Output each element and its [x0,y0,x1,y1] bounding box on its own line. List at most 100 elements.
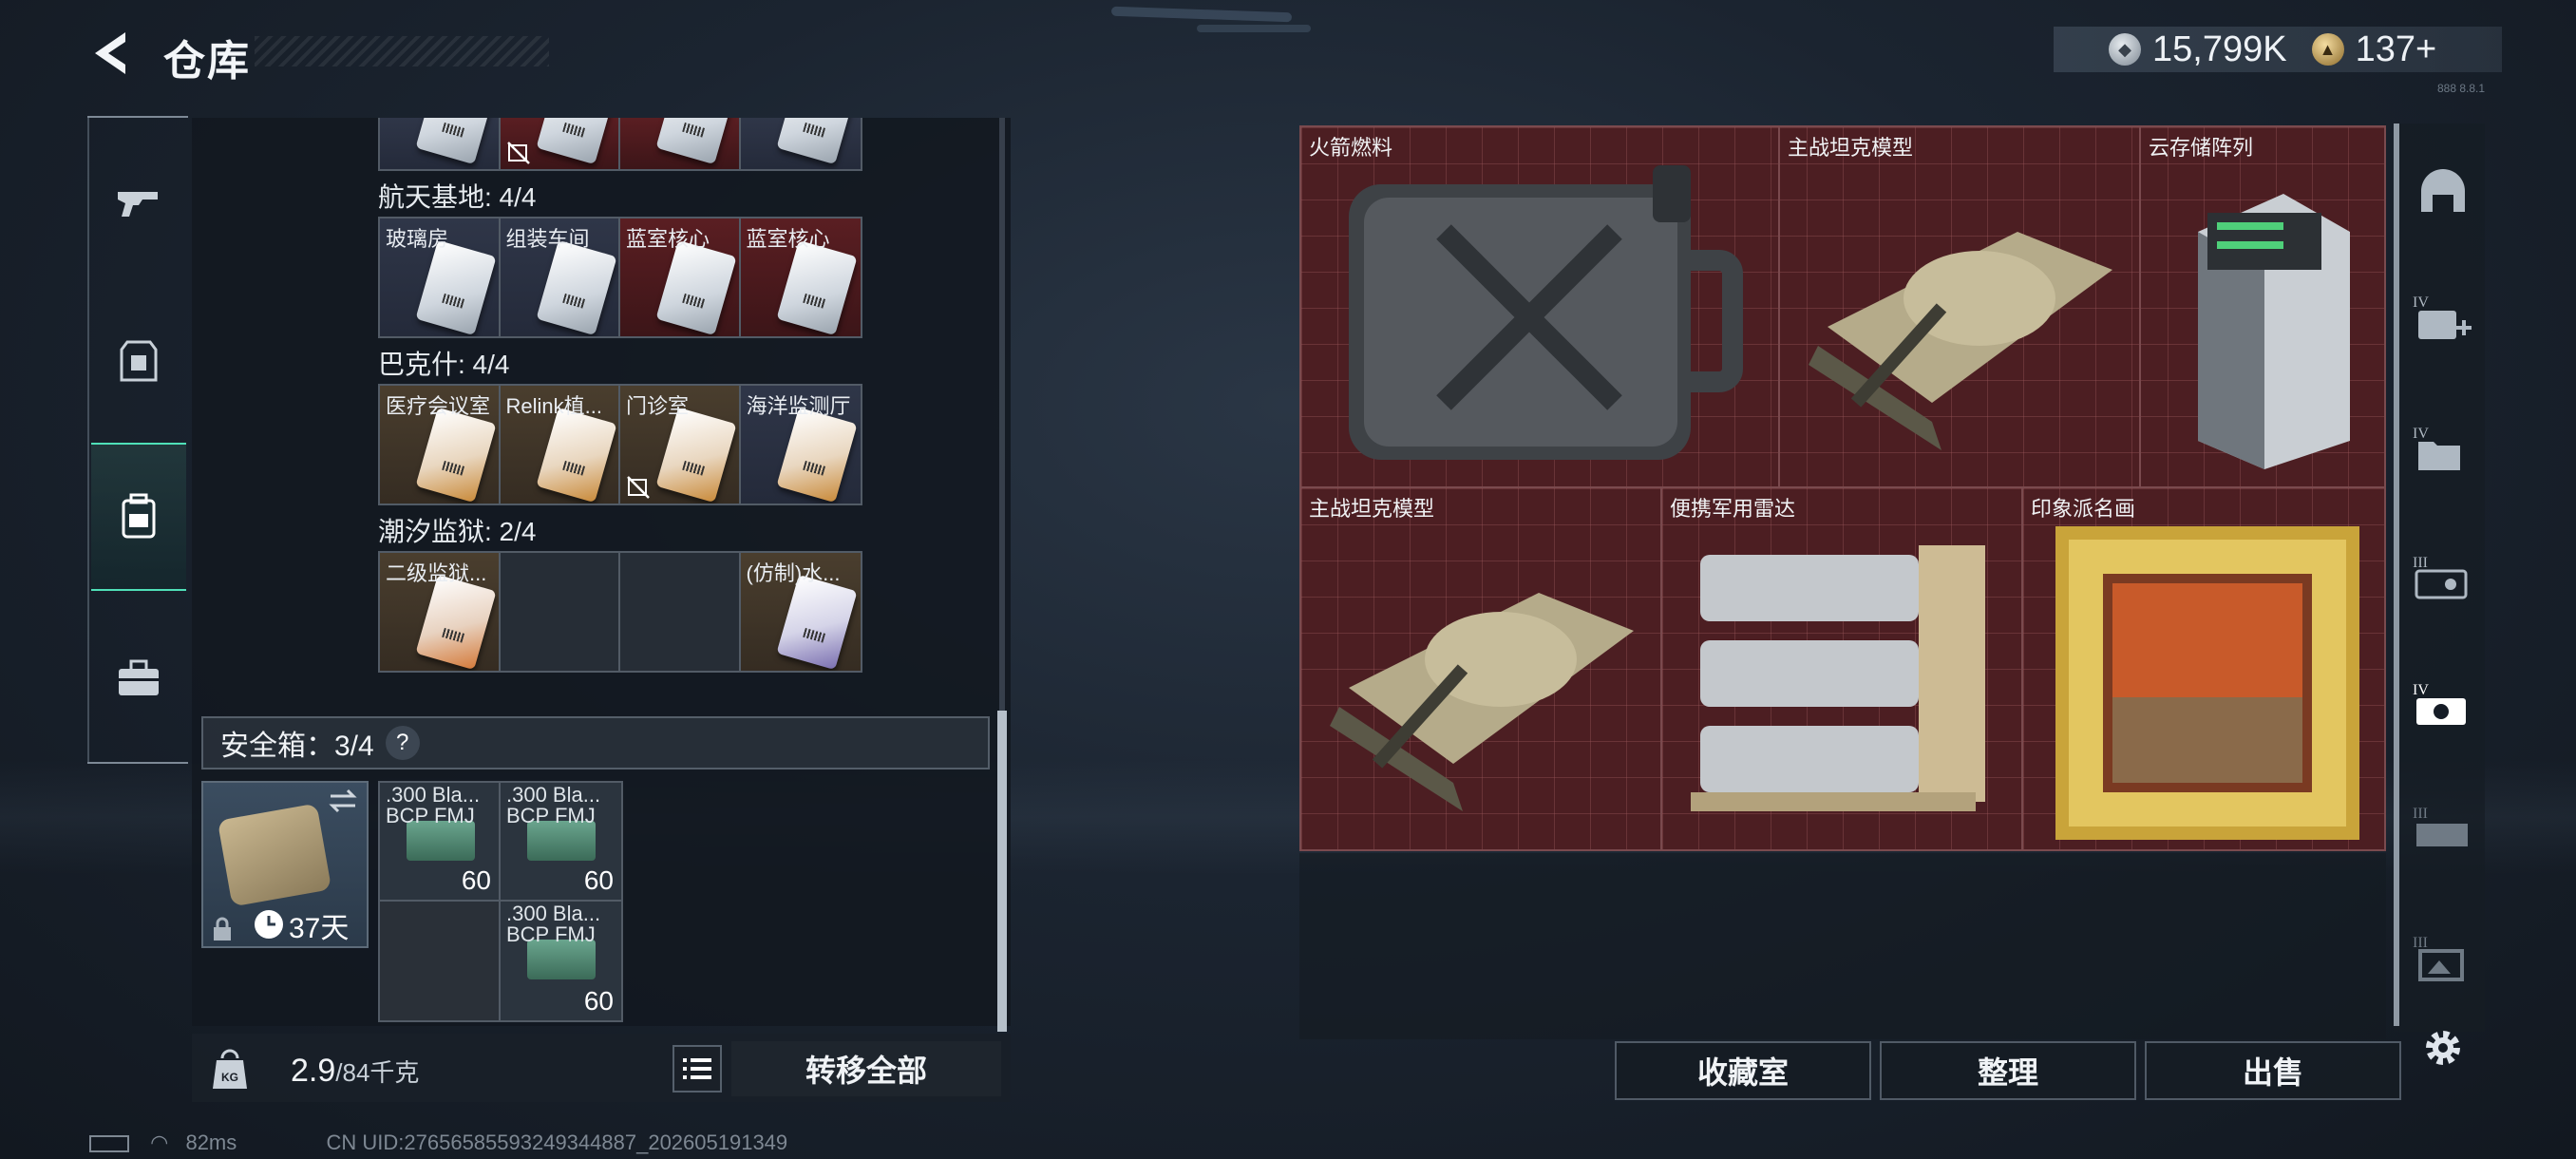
arrange-button[interactable]: 整理 [1880,1041,2136,1100]
tier-label: III [2413,555,2428,571]
back-arrow-icon[interactable] [87,28,137,78]
armor-icon [120,340,158,382]
item-name: 便携军用雷达 [1670,497,1796,521]
container-empty-area [1299,853,2386,1039]
item-slot[interactable]: 二级监狱... [380,553,501,671]
page-title: 仓库 [163,38,251,85]
item-impressionist-painting[interactable]: 印象派名画 [2023,488,2384,849]
item-portable-radar[interactable]: 便携军用雷达 [1662,488,2023,849]
tab-toolbox[interactable] [91,631,186,726]
category-tab-electronics[interactable]: III [2403,538,2483,618]
empty-slot[interactable] [620,553,741,671]
item-slot[interactable]: 组装车间 [500,218,620,336]
item-slot[interactable] [500,118,620,169]
item-slot[interactable]: 海洋监测厅 [740,386,861,504]
settings-button[interactable] [2403,1009,2483,1087]
item-slot[interactable]: 玻璃房 [380,218,501,336]
item-name: 玻璃房 [386,227,449,251]
title-decoration [255,36,549,66]
weight-max: /84千克 [335,1058,420,1087]
no-transfer-icon [627,476,650,499]
ammo-qty: 60 [583,865,614,895]
fuel-can-image [1349,165,1743,460]
ammo-slot[interactable]: .300 Bla... BCP FMJ 60 [380,783,501,902]
camera-icon: IV [2413,682,2466,725]
group-row-partial [378,118,862,171]
group-grid-aerospace: 玻璃房 组装车间 蓝室核心 蓝室核心 [378,217,862,338]
radar-image [1691,545,1985,811]
item-name: 门诊室 [626,394,690,418]
item-name: 云存储阵列 [2149,136,2254,160]
folder-icon: IV [2413,426,2460,470]
item-name: 蓝室核心 [746,227,830,251]
category-tab-documents[interactable]: IV [2403,408,2483,488]
item-slot[interactable] [620,118,741,169]
medkit-icon: IV [2413,294,2472,339]
no-transfer-icon [506,142,530,164]
item-tank-model[interactable]: 主战坦克模型 [1301,488,1662,849]
item-cloud-storage-array[interactable]: 云存储阵列 [2141,127,2384,488]
ammo-slot[interactable]: .300 Bla... BCP FMJ 60 [501,902,621,1020]
tab-backpack[interactable] [91,443,186,591]
category-tab-hardware[interactable]: III [2403,788,2483,868]
item-name: (仿制)水... [746,561,841,585]
item-slot[interactable]: 医疗会议室 [380,386,501,504]
help-icon[interactable]: ? [385,726,420,760]
empty-slot[interactable] [500,553,620,671]
empty-slot[interactable] [380,902,501,1020]
sell-button[interactable]: 出售 [2145,1041,2401,1100]
item-name: 蓝室核心 [626,227,710,251]
container-panel: 火箭燃料 主战坦克模型 云存储阵列 主战坦克模型 便携军用雷达 印象派名画 [1299,125,2386,851]
tab-weapons[interactable] [91,156,186,251]
ammo-qty: 60 [583,986,614,1016]
item-rocket-fuel[interactable]: 火箭燃料 [1301,127,1780,488]
item-slot[interactable]: 蓝室核心 [740,218,861,336]
currency-bar: ◆ 15,799K ▲ 137+ [2054,27,2502,72]
silver-coin-icon: ◆ [2109,33,2141,66]
scrollbar-thumb[interactable] [997,711,1007,1032]
ammo-name: .300 Bla... BCP FMJ [386,783,481,827]
group-label-aerospace: 航天基地: 4/4 [378,182,537,212]
ammo-name: .300 Bla... BCP FMJ [506,783,601,827]
collection-room-button[interactable]: 收藏室 [1615,1041,1871,1100]
toolbox-icon [119,659,159,695]
safe-box-label: 安全箱：3/4 [220,731,374,762]
category-tab-art[interactable]: III [2403,918,2483,998]
category-tab-helmet[interactable] [2403,152,2483,232]
group-label-tidal-prison: 潮汐监狱: 2/4 [378,517,537,546]
item-name: 火箭燃料 [1309,136,1393,160]
swap-icon[interactable] [327,787,359,815]
ammo-slot[interactable]: .300 Bla... BCP FMJ 60 [501,783,621,902]
weight-readout: 2.9/84千克 [291,1053,419,1090]
rail-divider [87,116,188,118]
category-tab-valuables[interactable]: IV [2403,665,2483,745]
weight-icon: KG [213,1049,247,1089]
item-name: Relink植... [505,394,602,418]
item-name: 海洋监测厅 [746,394,851,418]
backpack-icon [122,493,156,539]
item-slot[interactable]: (仿制)水... [740,553,861,671]
ammo-name: .300 Bla... BCP FMJ [506,902,601,946]
ping-text: 82ms [185,1130,237,1154]
item-tank-model[interactable]: 主战坦克模型 [1780,127,2141,488]
server-image [2198,194,2350,469]
tab-armor[interactable] [91,314,186,408]
ammo-qty: 60 [461,865,491,895]
transfer-all-button[interactable]: 转移全部 [731,1041,1001,1096]
gear-icon [2426,1031,2460,1065]
wifi-icon: ◠ [150,1130,169,1154]
item-slot[interactable]: 门诊室 [620,386,741,504]
tier-label: IV [2413,682,2429,698]
weight-icon-label: KG [221,1071,238,1084]
item-slot[interactable] [380,118,501,169]
list-view-button[interactable] [672,1045,722,1092]
currency-gold-value[interactable]: 137+ [2356,29,2437,70]
server-icon: III [2413,806,2468,846]
item-slot[interactable]: 蓝室核心 [620,218,741,336]
category-tab-medical[interactable]: IV [2403,277,2483,357]
item-slot[interactable] [740,118,861,169]
clock-icon [255,910,283,939]
item-name: 医疗会议室 [386,394,491,418]
tier-label: III [2413,806,2428,822]
item-slot[interactable]: Relink植... [500,386,620,504]
